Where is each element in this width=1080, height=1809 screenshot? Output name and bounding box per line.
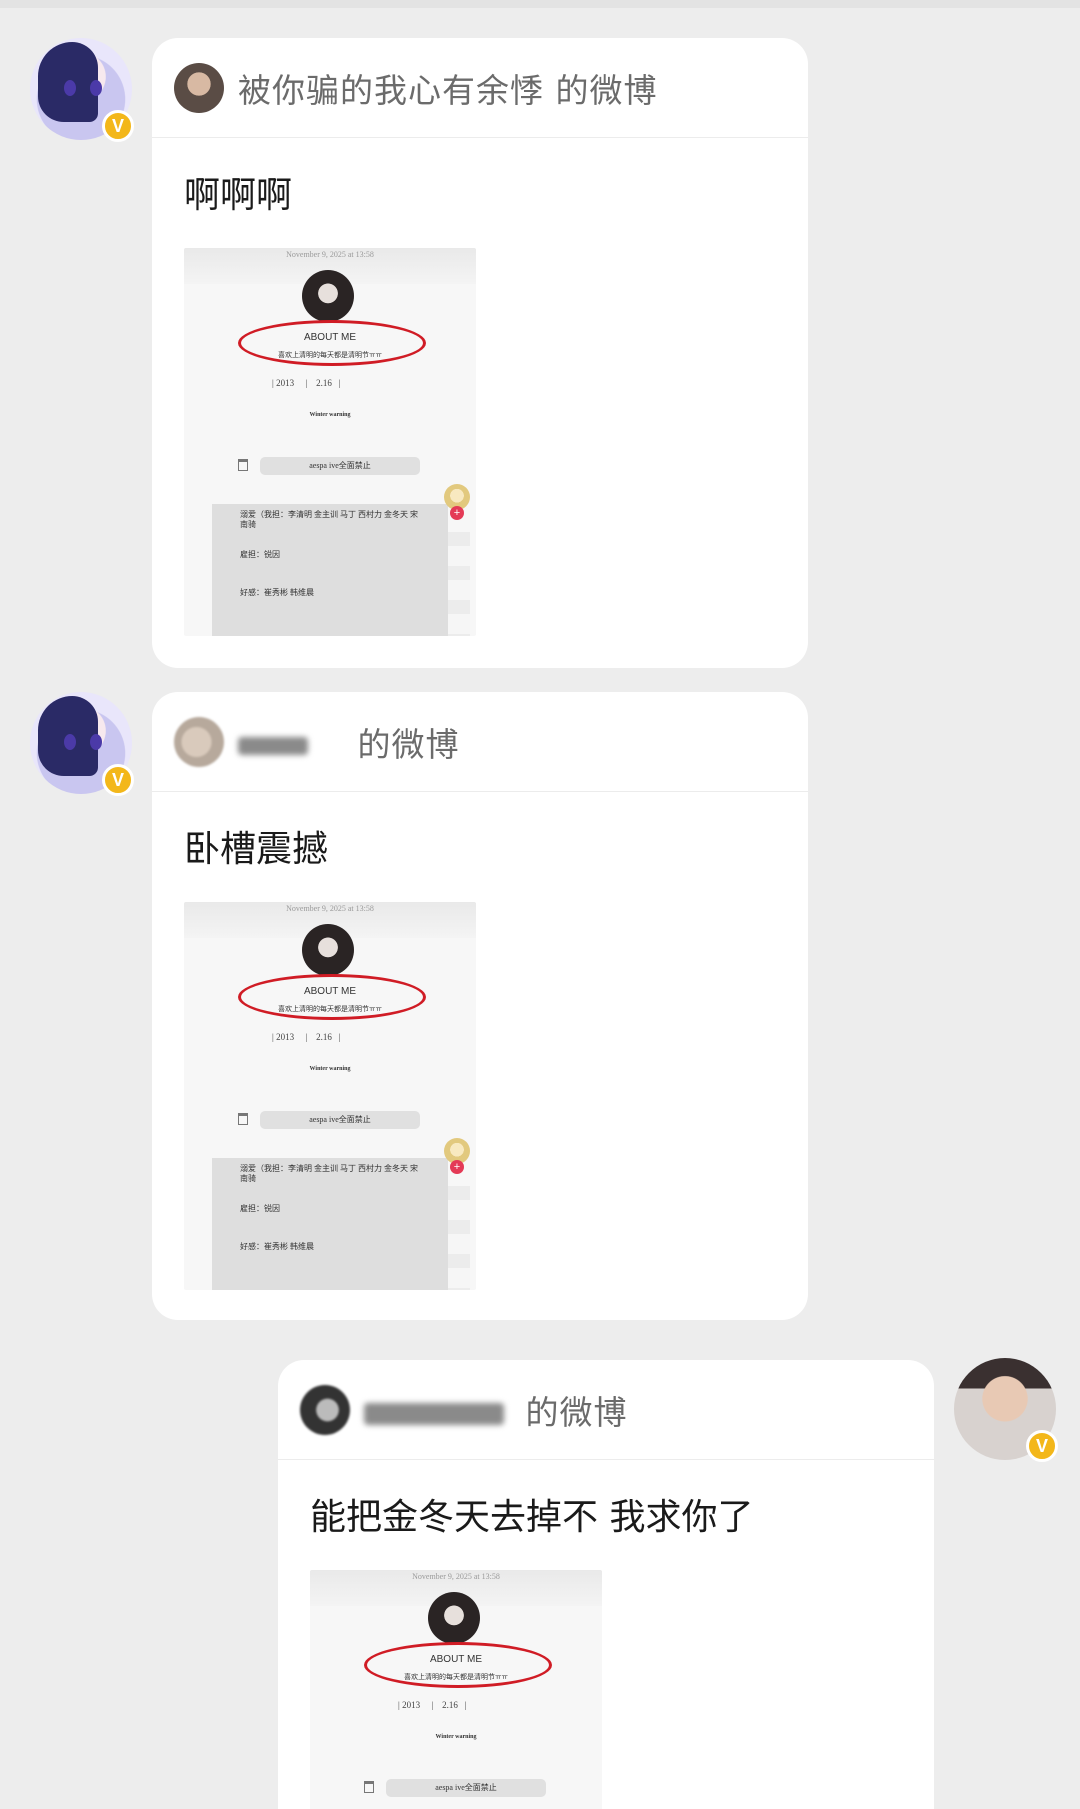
screenshot-subtitle: 喜欢上清明的每天都是清明节ㅠㅠ <box>278 1005 382 1013</box>
screenshot-lines: 溺爱（我担：李清明 金主训 马丁 西村力 金冬天 宋南骑 雇担：锐因 好感：崔秀… <box>240 1164 420 1280</box>
attached-screenshot[interactable]: November 9, 2025 at 13:58 ABOUT ME 喜欢上清明… <box>310 1570 602 1809</box>
action-rail <box>448 532 470 636</box>
status-strip <box>0 0 1080 8</box>
screenshot-dates: | 2013 | 2.16 | <box>272 378 341 388</box>
shared-weibo-card[interactable]: 被你骗的我心有余悸 的微博 啊啊啊 November 9, 2025 at 13… <box>152 38 808 668</box>
screenshot-lines: 溺爱（我担：李清明 金主训 马丁 西村力 金冬天 宋南骑 雇担：锐因 好感：崔秀… <box>240 510 420 626</box>
message-text: 能把金冬天去掉不 我求你了 <box>310 1497 754 1538</box>
screenshot-about: ABOUT ME <box>429 1654 483 1665</box>
screenshot-about: ABOUT ME <box>303 986 357 997</box>
author-suffix: 的微博 <box>525 1392 628 1432</box>
avatar-eye-icon <box>90 80 102 96</box>
author-name: 被你骗的我心有余悸 <box>238 70 544 110</box>
screenshot-line: 雇担：锐因 <box>240 550 280 559</box>
avatar-eye-icon <box>64 80 76 96</box>
screenshot-about: ABOUT ME <box>303 332 357 343</box>
trash-icon <box>364 1781 374 1793</box>
sender-avatar[interactable]: V <box>30 692 134 796</box>
card-header: 的微博 <box>278 1360 934 1460</box>
screenshot-subtitle: 喜欢上清明的每天都是清明节ㅠㅠ <box>278 351 382 359</box>
screenshot-line: 雇担：锐因 <box>240 1204 280 1213</box>
author-name-redacted <box>364 1403 504 1425</box>
screenshot-pill: aespa ive全面禁止 <box>260 457 420 475</box>
screenshot-date: 2.16 <box>316 1032 332 1042</box>
trash-icon <box>238 1113 248 1125</box>
avatar-eye-icon <box>90 734 102 750</box>
screenshot-profile-avatar <box>302 270 354 322</box>
screenshot-year: 2013 <box>276 378 295 388</box>
attached-screenshot[interactable]: November 9, 2025 at 13:58 ABOUT ME 喜欢上清明… <box>184 902 476 1290</box>
screenshot-profile-avatar <box>302 924 354 976</box>
screenshot-line: 好感：崔秀彬 韩维晨 <box>240 1242 314 1251</box>
screenshot-dates: | 2013 | 2.16 | <box>398 1700 467 1710</box>
plus-icon: + <box>450 1160 464 1174</box>
screenshot-pill: aespa ive全面禁止 <box>260 1111 420 1129</box>
screenshot-year: 2013 <box>402 1700 421 1710</box>
screenshot-pill: aespa ive全面禁止 <box>386 1779 546 1797</box>
card-body: 卧槽震撼 November 9, 2025 at 13:58 ABOUT ME … <box>152 792 808 1290</box>
screenshot-subtitle: 喜欢上清明的每天都是清明节ㅠㅠ <box>404 1673 508 1681</box>
card-header: 被你骗的我心有余悸 的微博 <box>152 38 808 138</box>
sender-avatar[interactable]: V <box>954 1358 1058 1462</box>
author-line: 被你骗的我心有余悸 的微博 <box>238 64 658 112</box>
attached-screenshot[interactable]: November 9, 2025 at 13:58 ABOUT ME 喜欢上清明… <box>184 248 476 636</box>
author-avatar <box>300 1384 350 1435</box>
sender-avatar[interactable]: V <box>30 38 134 142</box>
verified-badge-icon: V <box>102 110 134 142</box>
verified-badge-icon: V <box>1026 1430 1058 1462</box>
card-body: 啊啊啊 November 9, 2025 at 13:58 ABOUT ME 喜… <box>152 138 808 636</box>
author-suffix: 的微博 <box>357 724 460 764</box>
verified-badge-icon: V <box>102 764 134 796</box>
screenshot-date: 2.16 <box>316 378 332 388</box>
action-rail <box>448 1186 470 1290</box>
card-body: 能把金冬天去掉不 我求你了 November 9, 2025 at 13:58 … <box>278 1460 934 1809</box>
author-avatar <box>174 716 224 767</box>
author-line: 的微博 <box>364 1386 628 1434</box>
shared-weibo-card[interactable]: 的微博 能把金冬天去掉不 我求你了 November 9, 2025 at 13… <box>278 1360 934 1809</box>
screenshot-line: 溺爱（我担：李清明 金主训 马丁 西村力 金冬天 宋南骑 <box>240 1164 418 1183</box>
plus-icon: + <box>450 506 464 520</box>
screenshot-date: 2.16 <box>442 1700 458 1710</box>
message-text: 啊啊啊 <box>184 175 293 216</box>
author-name-redacted <box>238 737 308 755</box>
screenshot-warning: Winter warning <box>309 1066 351 1072</box>
screenshot-year: 2013 <box>276 1032 295 1042</box>
author-suffix: 的微博 <box>555 70 658 110</box>
screenshot-warning: Winter warning <box>309 412 351 418</box>
screenshot-warning: Winter warning <box>435 1734 477 1740</box>
avatar-eye-icon <box>64 734 76 750</box>
trash-icon <box>238 459 248 471</box>
screenshot-profile-avatar <box>428 1592 480 1644</box>
author-line: 的微博 <box>238 718 460 766</box>
screenshot-line: 好感：崔秀彬 韩维晨 <box>240 588 314 597</box>
shared-weibo-card[interactable]: 的微博 卧槽震撼 November 9, 2025 at 13:58 ABOUT… <box>152 692 808 1320</box>
message-text: 卧槽震撼 <box>184 829 329 870</box>
card-header: 的微博 <box>152 692 808 792</box>
author-avatar <box>174 62 224 113</box>
screenshot-line: 溺爱（我担：李清明 金主训 马丁 西村力 金冬天 宋南骑 <box>240 510 418 529</box>
screenshot-dates: | 2013 | 2.16 | <box>272 1032 341 1042</box>
